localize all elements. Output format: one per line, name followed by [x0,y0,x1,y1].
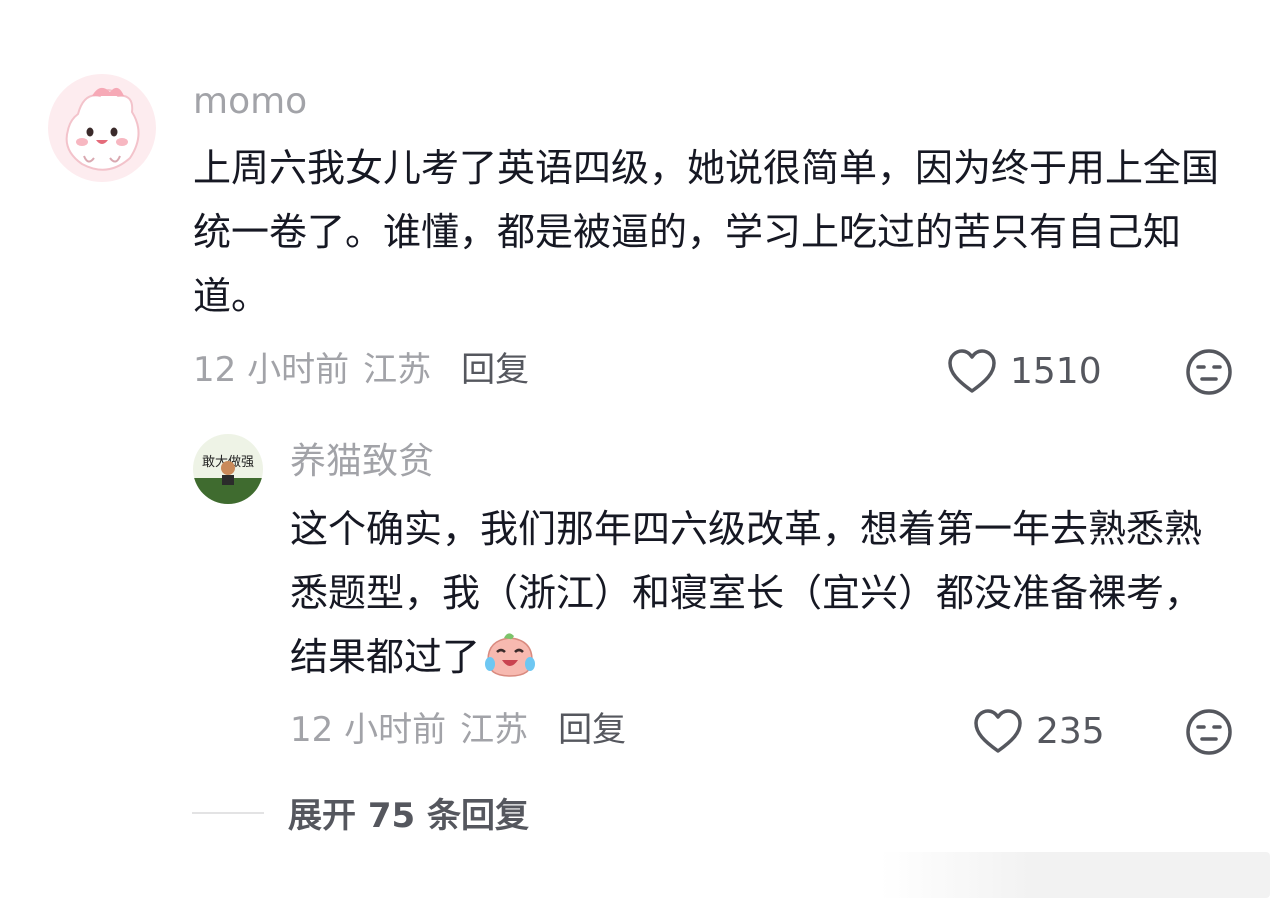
heart-icon [972,707,1024,755]
reply-location: 江苏 [460,710,529,750]
reply-time: 12 小时前 [290,710,447,750]
meme-avatar-icon: 敢大做强 [193,434,263,504]
reply-button[interactable]: 回复 [461,350,529,390]
like-button[interactable]: 1510 [946,346,1102,396]
dislike-button[interactable] [1184,707,1234,757]
like-button[interactable]: 235 [972,706,1105,756]
divider [192,811,264,814]
reply-button[interactable]: 回复 [558,710,626,750]
laugh-cry-emoji-icon [482,630,538,680]
expand-replies-label: 展开 75 条回复 [288,796,529,836]
pink-cartoon-avatar-icon [48,74,156,182]
meh-face-icon [1186,349,1232,395]
like-count: 1510 [1010,350,1102,392]
comment-location: 江苏 [363,350,432,390]
comment-time: 12 小时前 [193,350,350,390]
reply-text-content: 这个确实，我们那年四六级改革，想着第一年去熟悉熟悉题型，我（浙江）和寝室长（宜兴… [290,507,1203,679]
comment-thread: momo 上周六我女儿考了英语四级，她说很简单，因为终于用上全国统一卷了。谁懂，… [0,0,1284,906]
comment-meta: 12 小时前 江苏 回复 [193,350,529,390]
like-count: 235 [1036,710,1105,752]
expand-replies-button[interactable]: 展开 75 条回复 [192,788,529,837]
heart-icon [946,347,998,395]
dislike-button[interactable] [1184,347,1234,397]
comment-text: 上周六我女儿考了英语四级，她说很简单，因为终于用上全国统一卷了。谁懂，都是被逼的… [193,146,1220,318]
meh-face-icon [1186,709,1232,755]
watermark [880,852,1270,898]
username[interactable]: momo [193,82,307,122]
reply-meta: 12 小时前 江苏 回复 [290,710,626,750]
avatar[interactable]: 敢大做强 [193,434,263,504]
username[interactable]: 养猫致贫 [290,442,434,482]
avatar[interactable] [48,74,156,182]
reply-text: 这个确实，我们那年四六级改革，想着第一年去熟悉熟悉题型，我（浙江）和寝室长（宜兴… [290,497,1225,689]
